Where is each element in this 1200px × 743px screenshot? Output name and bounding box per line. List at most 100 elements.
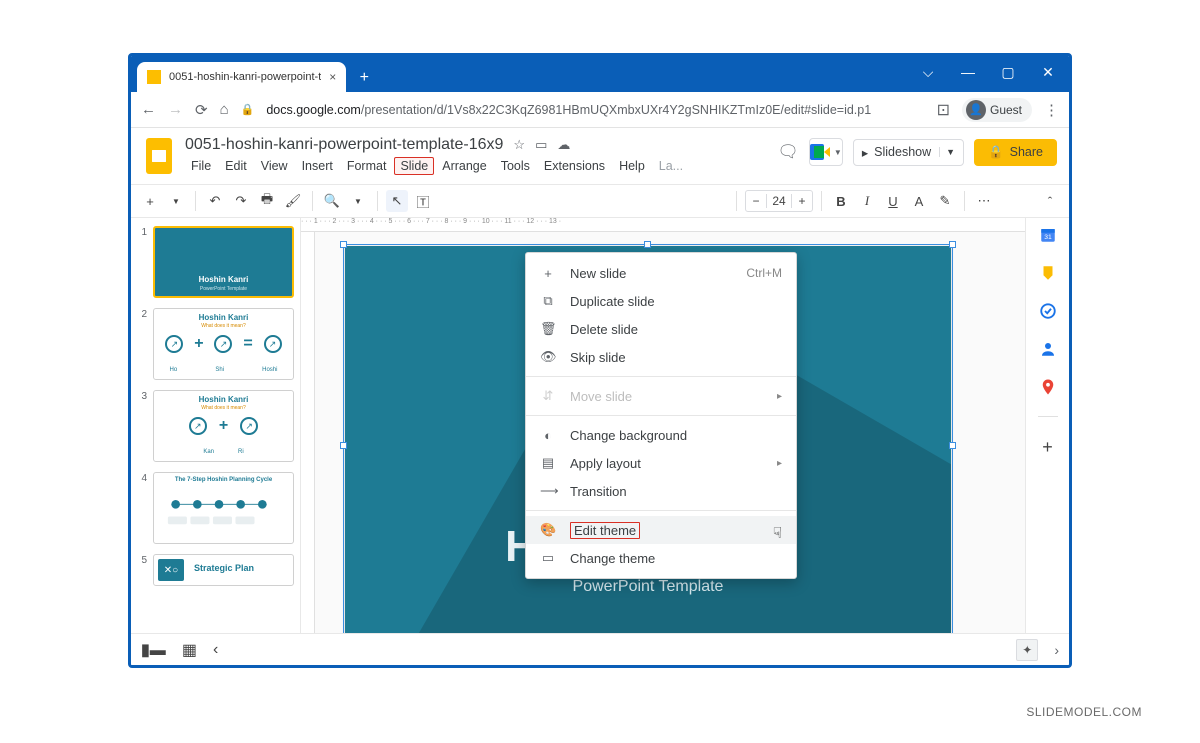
comments-icon[interactable]: 🗨 [777,142,799,162]
slides-favicon [147,70,161,84]
menu-tools[interactable]: Tools [495,157,536,175]
thumbnail-1[interactable]: 1 Hoshin Kanri PowerPoint Template [137,226,294,298]
star-icon[interactable]: ☆ [513,137,525,153]
zoom-dropdown-icon[interactable]: ▼ [347,190,369,212]
grid-view-icon[interactable]: ▦ [182,640,197,660]
text-color-icon[interactable]: A [908,190,930,212]
calendar-icon[interactable]: 31 [1039,226,1057,244]
tasks-icon[interactable] [1039,302,1057,320]
italic-icon[interactable]: I [856,190,878,212]
show-side-panel-icon[interactable]: › [1054,642,1059,658]
window-titlebar: 0051-hoshin-kanri-powerpoint-t × + ⌵ — ▢… [131,56,1069,92]
menu-item-skip-slide[interactable]: 👁 Skip slide [526,343,796,371]
add-addon-icon[interactable]: + [1042,437,1053,458]
undo-icon[interactable]: ↶ [204,190,226,212]
print-icon[interactable]: 🖶 [256,190,278,212]
menu-item-new-slide[interactable]: + New slide Ctrl+M [526,259,796,287]
slideshow-button[interactable]: ▸ Slideshow ▼ [853,139,964,166]
browser-tab[interactable]: 0051-hoshin-kanri-powerpoint-t × [137,62,346,92]
install-app-icon[interactable]: ⊡ [937,100,950,120]
menu-arrange[interactable]: Arrange [436,157,492,175]
share-button[interactable]: 🔒 Share [974,139,1057,166]
doc-title[interactable]: 0051-hoshin-kanri-powerpoint-template-16… [185,136,503,154]
toolbar-overflow-icon[interactable]: ⋯ [973,190,995,212]
url-field[interactable]: docs.google.com/presentation/d/1Vs8x22C3… [266,103,924,117]
menu-item-change-theme[interactable]: ▭ Change theme [526,544,796,572]
menu-edit[interactable]: Edit [219,157,253,175]
highlight-icon[interactable]: ✎ [934,190,956,212]
font-size-control[interactable]: − 24 + [745,190,813,212]
explore-button[interactable]: ✦ [1016,639,1038,661]
zoom-icon[interactable]: 🔍 [321,190,343,212]
doc-header: 0051-hoshin-kanri-powerpoint-template-16… [131,128,1069,184]
menu-item-edit-theme[interactable]: 🎨 Edit theme ☟ [526,516,796,544]
filmstrip-view-icon[interactable]: ▮▬ [141,640,166,660]
slideshow-dropdown-icon[interactable]: ▼ [939,147,955,157]
menu-view[interactable]: View [255,157,294,175]
collapse-panel-icon[interactable]: ‹ [213,641,218,659]
keep-icon[interactable] [1039,264,1057,282]
menu-item-change-background[interactable]: ◐ Change background [526,421,796,449]
menu-slide[interactable]: Slide [394,157,434,175]
ruler-horizontal: · · · 1 · · · 2 · · · 3 · · · 4 · · · 5 … [301,218,1025,232]
window-controls: ⌵ — ▢ ✕ [911,60,1065,84]
new-tab-button[interactable]: + [352,66,376,90]
toolbar: + ▼ ↶ ↷ 🖶 🖌 🔍 ▼ ↖ 🅃 − 24 + B I U A ✎ ⋯ ˆ [131,184,1069,218]
new-slide-dropdown-icon[interactable]: ▼ [165,190,187,212]
plus-icon: + [540,266,556,281]
cloud-saved-icon[interactable]: ☁ [557,137,570,153]
menu-file[interactable]: File [185,157,217,175]
palette-icon: 🎨 [540,522,556,538]
nav-back-icon[interactable]: ← [141,101,156,118]
window-chevron-icon[interactable]: ⌵ [911,60,945,84]
thumbnail-4[interactable]: 4 The 7-Step Hoshin Planning Cycle [137,472,294,544]
theme-icon: ▭ [540,550,556,566]
eye-icon: 👁 [540,349,556,365]
font-size-increase[interactable]: + [792,194,812,208]
bold-icon[interactable]: B [830,190,852,212]
paint-format-icon[interactable]: 🖌 [282,190,304,212]
redo-icon[interactable]: ↷ [230,190,252,212]
menu-item-transition[interactable]: ⟶ Transition [526,477,796,505]
menu-item-duplicate-slide[interactable]: ⧉ Duplicate slide [526,287,796,315]
cursor-icon: ☟ [773,524,782,542]
nav-reload-icon[interactable]: ⟳ [195,101,208,119]
underline-icon[interactable]: U [882,190,904,212]
thumbnail-5[interactable]: 5 ✕○ Strategic Plan [137,554,294,586]
window-minimize-icon[interactable]: — [951,60,985,84]
move-icon[interactable]: ▭ [535,137,547,153]
thumbnail-3[interactable]: 3 Hoshin Kanri What does it mean? ↗+ ↗ K… [137,390,294,462]
font-size-value[interactable]: 24 [766,194,792,208]
meet-button[interactable]: ▼ [809,138,843,166]
menu-extensions[interactable]: Extensions [538,157,611,175]
menu-help[interactable]: Help [613,157,651,175]
window-close-icon[interactable]: ✕ [1031,60,1065,84]
submenu-arrow-icon: ▸ [777,458,782,469]
thumbnail-panel[interactable]: 1 Hoshin Kanri PowerPoint Template 2 Hos… [131,218,301,633]
browser-menu-icon[interactable]: ⋮ [1044,101,1059,119]
tab-title: 0051-hoshin-kanri-powerpoint-t [169,71,321,83]
profile-chip[interactable]: 👤 Guest [962,98,1032,122]
contacts-icon[interactable] [1039,340,1057,358]
menu-format[interactable]: Format [341,157,393,175]
lock-icon[interactable]: 🔒 [241,103,255,116]
menu-item-apply-layout[interactable]: ▤ Apply layout ▸ [526,449,796,477]
menu-overflow[interactable]: La... [653,157,689,175]
duplicate-icon: ⧉ [540,293,556,309]
tab-close-icon[interactable]: × [329,70,336,84]
nav-home-icon[interactable]: ⌂ [220,101,229,118]
new-slide-button[interactable]: + [139,190,161,212]
avatar-icon: 👤 [966,100,986,120]
nav-forward-icon: → [168,101,183,118]
window-maximize-icon[interactable]: ▢ [991,60,1025,84]
menu-insert[interactable]: Insert [296,157,339,175]
side-panel: 31 + [1025,218,1069,633]
textbox-tool-icon[interactable]: 🅃 [412,190,434,212]
collapse-toolbar-icon[interactable]: ˆ [1039,190,1061,212]
thumbnail-2[interactable]: 2 Hoshin Kanri What does it mean? ↗+ ↗= … [137,308,294,380]
watermark: SLIDEMODEL.COM [1026,705,1142,719]
font-size-decrease[interactable]: − [746,194,766,208]
menu-item-delete-slide[interactable]: 🗑 Delete slide [526,315,796,343]
maps-icon[interactable] [1039,378,1057,396]
select-tool-icon[interactable]: ↖ [386,190,408,212]
